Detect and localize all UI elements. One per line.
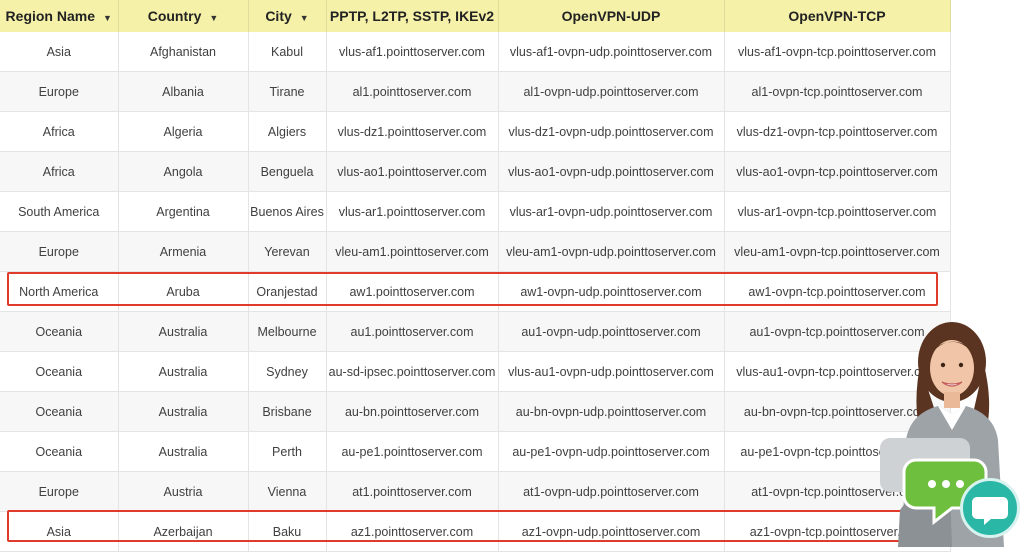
table-row: Africa Angola Benguela vlus-ao1.pointtoserv… [0, 151, 951, 192]
cell-region: Oceania [0, 391, 119, 432]
cell-city: Perth [248, 431, 327, 472]
table-row: South America Argentina Buenos Aires vlus-a… [0, 191, 951, 232]
cell-city: Tirane [248, 71, 327, 112]
cell-region: South America [0, 191, 119, 232]
cell-city: Oranjestad [248, 271, 327, 312]
cell-country: Argentina [118, 191, 249, 232]
cell-region: Oceania [0, 431, 119, 472]
cell-pptp-host: au1.pointtoserver.com [326, 311, 499, 352]
cell-openvpn-udp-host: az1-ovpn-udp.pointtoserver.com [498, 511, 725, 552]
cell-openvpn-udp-host: vleu-am1-ovpn-udp.pointtoserver.com [498, 231, 725, 272]
cell-country: Angola [118, 151, 249, 192]
cell-openvpn-tcp-host: vleu-am1-ovpn-tcp.pointtoserver.com [724, 231, 951, 272]
cell-region: North America [0, 271, 119, 312]
table-row: Europe Armenia Yerevan vleu-am1.pointtoserv… [0, 231, 951, 272]
table-row: Africa Algeria Algiers vlus-dz1.pointtoserv… [0, 111, 951, 152]
cell-region: Africa [0, 111, 119, 152]
cell-region: Asia [0, 32, 119, 72]
cell-openvpn-tcp-host: al1-ovpn-tcp.pointtoserver.com [724, 71, 951, 112]
cell-country: Australia [118, 391, 249, 432]
table-row: Asia Afghanistan Kabul vlus-af1.pointtoserv… [0, 32, 951, 72]
table-row: Oceania Australia Perth au-pe1.pointtoserve… [0, 431, 951, 472]
cell-pptp-host: vleu-am1.pointtoserver.com [326, 231, 499, 272]
cell-city: Buenos Aires [248, 191, 327, 232]
table-row: Oceania Australia Brisbane au-bn.pointtoser… [0, 391, 951, 432]
col-header-city[interactable]: City ▼ [248, 0, 327, 32]
cell-openvpn-udp-host: vlus-dz1-ovpn-udp.pointtoserver.com [498, 111, 725, 152]
cell-openvpn-udp-host: vlus-ao1-ovpn-udp.pointtoserver.com [498, 151, 725, 192]
cell-country: Afghanistan [118, 32, 249, 72]
cell-pptp-host: aw1.pointtoserver.com [326, 271, 499, 312]
cell-city: Baku [248, 511, 327, 552]
col-header-country[interactable]: Country ▼ [118, 0, 249, 32]
cell-openvpn-udp-host: at1-ovpn-udp.pointtoserver.com [498, 471, 725, 512]
cell-pptp-host: vlus-dz1.pointtoserver.com [326, 111, 499, 152]
cell-openvpn-tcp-host: vlus-dz1-ovpn-tcp.pointtoserver.com [724, 111, 951, 152]
table-body: Asia Afghanistan Kabul vlus-af1.pointtoserv… [0, 32, 951, 552]
cell-city: Sydney [248, 351, 327, 392]
cell-country: Australia [118, 311, 249, 352]
sort-down-icon[interactable]: ▼ [300, 13, 309, 23]
cell-openvpn-udp-host: al1-ovpn-udp.pointtoserver.com [498, 71, 725, 112]
cell-pptp-host: vlus-af1.pointtoserver.com [326, 32, 499, 72]
cell-pptp-host: vlus-ar1.pointtoserver.com [326, 191, 499, 232]
col-header-openvpn-tcp: OpenVPN-TCP [724, 0, 951, 32]
cell-city: Algiers [248, 111, 327, 152]
cell-openvpn-tcp-host: vlus-ar1-ovpn-tcp.pointtoserver.com [724, 191, 951, 232]
sort-down-icon[interactable]: ▼ [103, 13, 112, 23]
table-row: Oceania Australia Sydney au-sd-ipsec.pointt… [0, 351, 951, 392]
table-header-row: Region Name ▼ Country ▼ City ▼ PPTP, L2TP, … [0, 0, 951, 32]
cell-pptp-host: at1.pointtoserver.com [326, 471, 499, 512]
cell-pptp-host: vlus-ao1.pointtoserver.com [326, 151, 499, 192]
cell-country: Albania [118, 71, 249, 112]
cell-openvpn-udp-host: vlus-au1-ovpn-udp.pointtoserver.com [498, 351, 725, 392]
cell-pptp-host: az1.pointtoserver.com [326, 511, 499, 552]
table-row: North America Aruba Oranjestad aw1.pointtos… [0, 271, 951, 312]
col-header-region[interactable]: Region Name ▼ [0, 0, 119, 32]
cell-openvpn-tcp-host: vlus-af1-ovpn-tcp.pointtoserver.com [724, 32, 951, 72]
cell-city: Vienna [248, 471, 327, 512]
cell-country: Austria [118, 471, 249, 512]
cell-country: Australia [118, 351, 249, 392]
live-chat-button[interactable] [960, 478, 1020, 538]
cell-region: Europe [0, 231, 119, 272]
cell-city: Benguela [248, 151, 327, 192]
cell-country: Algeria [118, 111, 249, 152]
cell-city: Yerevan [248, 231, 327, 272]
cell-region: Africa [0, 151, 119, 192]
cell-openvpn-tcp-host: vlus-ao1-ovpn-tcp.pointtoserver.com [724, 151, 951, 192]
cell-openvpn-udp-host: au-pe1-ovpn-udp.pointtoserver.com [498, 431, 725, 472]
cell-openvpn-udp-host: vlus-af1-ovpn-udp.pointtoserver.com [498, 32, 725, 72]
cell-openvpn-udp-host: au1-ovpn-udp.pointtoserver.com [498, 311, 725, 352]
col-header-openvpn-udp: OpenVPN-UDP [498, 0, 725, 32]
cell-pptp-host: au-bn.pointtoserver.com [326, 391, 499, 432]
server-table: Region Name ▼ Country ▼ City ▼ PPTP, L2TP, … [0, 0, 951, 552]
cell-region: Oceania [0, 351, 119, 392]
table-row: Europe Albania Tirane al1.pointtoserver.com… [0, 71, 951, 112]
cell-country: Australia [118, 431, 249, 472]
cell-region: Europe [0, 71, 119, 112]
cell-country: Aruba [118, 271, 249, 312]
cell-pptp-host: au-sd-ipsec.pointtoserver.com [326, 351, 499, 392]
cell-pptp-host: al1.pointtoserver.com [326, 71, 499, 112]
cell-city: Melbourne [248, 311, 327, 352]
cell-country: Azerbaijan [118, 511, 249, 552]
cell-region: Asia [0, 511, 119, 552]
cell-city: Kabul [248, 32, 327, 72]
cell-openvpn-udp-host: aw1-ovpn-udp.pointtoserver.com [498, 271, 725, 312]
sort-down-icon[interactable]: ▼ [209, 13, 218, 23]
table-row: Oceania Australia Melbourne au1.pointtoserv… [0, 311, 951, 352]
cell-pptp-host: au-pe1.pointtoserver.com [326, 431, 499, 472]
cell-openvpn-udp-host: vlus-ar1-ovpn-udp.pointtoserver.com [498, 191, 725, 232]
cell-city: Brisbane [248, 391, 327, 432]
table-row: Europe Austria Vienna at1.pointtoserver.com… [0, 471, 951, 512]
col-header-pptp: PPTP, L2TP, SSTP, IKEv2 [326, 0, 499, 32]
cell-country: Armenia [118, 231, 249, 272]
cell-openvpn-tcp-host: aw1-ovpn-tcp.pointtoserver.com [724, 271, 951, 312]
cell-openvpn-udp-host: au-bn-ovpn-udp.pointtoserver.com [498, 391, 725, 432]
cell-region: Europe [0, 471, 119, 512]
table-row: Asia Azerbaijan Baku az1.pointtoserver.com a… [0, 511, 951, 552]
cell-region: Oceania [0, 311, 119, 352]
chat-bubble-icon [972, 497, 1008, 525]
